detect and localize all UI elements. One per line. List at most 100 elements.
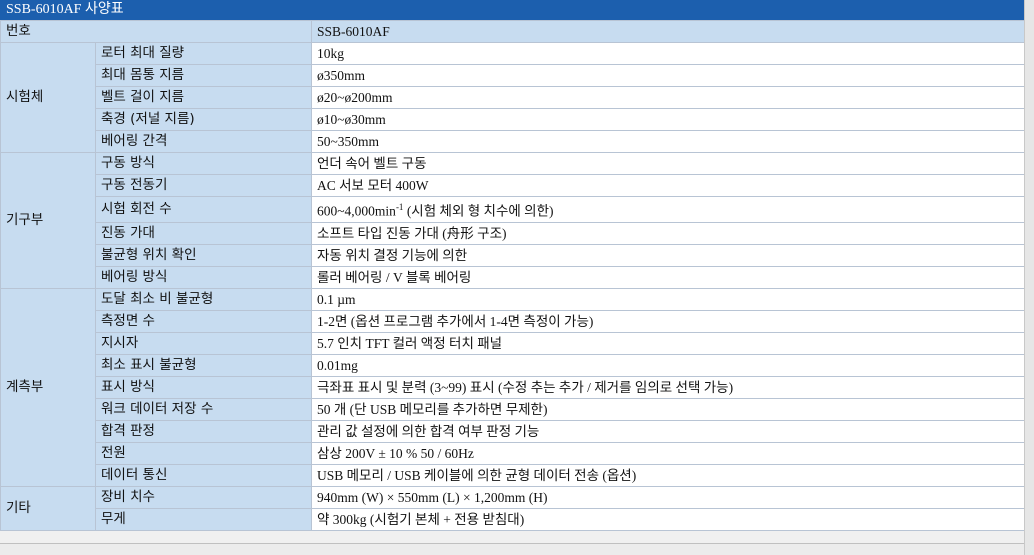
item-value-text: 자동 위치 결정 기능에 의한 (317, 247, 468, 263)
spec-row: 축경 (저널 지름) ø10~ø30mm (1, 108, 1025, 131)
item-value-text: 삼상 200V ± 10 % 50 / 60Hz (317, 445, 474, 461)
item-label: 구동 전동기 (95, 174, 312, 197)
bottom-strip (0, 543, 1024, 555)
item-value-text: 극좌표 표시 및 분력 (3~99) 표시 (수정 추는 추가 / 제거를 임의… (317, 379, 734, 395)
item-value: ø20~ø200mm (311, 86, 1025, 109)
item-value-text: 롤러 베어링 / V 블록 베어링 (317, 269, 472, 285)
table-title: SSB-6010AF 사양표 (0, 0, 1024, 20)
item-label: 벨트 걸이 지름 (95, 86, 312, 109)
item-label: 전원 (95, 441, 312, 465)
item-value-text: 0.1 µm (317, 291, 356, 307)
item-value-text: 50~350mm (317, 134, 380, 149)
item-value: 소프트 타입 진동 가대 (舟形 구조) (311, 221, 1025, 245)
spec-row: 기구부 구동 방식 언더 속어 벨트 구동 (0, 152, 1025, 289)
item-value: 50~350mm (311, 130, 1025, 153)
item-value: 약 300kg (시험기 본체 + 전용 받침대) (311, 507, 1025, 531)
item-label: 측정면 수 (95, 309, 312, 333)
item-value-text: 0.01mg (317, 357, 358, 373)
spec-row: 측정면 수 1-2면 (옵션 프로그램 추가에서 1-4면 측정이 가능) (1, 309, 1025, 333)
header-row: 번호 SSB-6010AF (0, 20, 1025, 43)
item-value-text: 약 300kg (시험기 본체 + 전용 받침대) (317, 511, 525, 527)
item-label: 무게 (95, 507, 312, 531)
item-label: 최소 표시 불균형 (95, 353, 312, 377)
spec-row: 불균형 위치 확인 자동 위치 결정 기능에 의한 (1, 243, 1025, 267)
spec-row: 전원 삼상 200V ± 10 % 50 / 60Hz (1, 441, 1025, 465)
spec-row: 벨트 걸이 지름 ø20~ø200mm (1, 86, 1025, 109)
spec-page: SSB-6010AF 사양표 번호 SSB-6010AF 시험체 로터 최대 질량… (0, 0, 1034, 555)
spec-row: 시험 회전 수 600~4,000min-1 (시험 체외 형 치수에 의한) (1, 196, 1025, 223)
item-label: 워크 데이터 저장 수 (95, 397, 312, 421)
category-label: 계측부 (0, 287, 96, 487)
item-value-text: 10kg (317, 46, 344, 61)
item-value-text: 5.7 인치 TFT 컬러 액정 터치 패널 (317, 335, 503, 351)
item-label: 진동 가대 (95, 221, 312, 245)
category-label: 시험체 (0, 42, 96, 153)
spec-row: 시험체 로터 최대 질량 10kg (0, 42, 1025, 153)
item-value-text: ø10~ø30mm (317, 112, 386, 127)
item-value: ø350mm (311, 64, 1025, 87)
item-value-text: 1-2면 (옵션 프로그램 추가에서 1-4면 측정이 가능) (317, 313, 594, 329)
item-label: 도달 최소 비 불균형 (95, 287, 312, 311)
spec-row: 진동 가대 소프트 타입 진동 가대 (舟形 구조) (1, 221, 1025, 245)
item-label: 시험 회전 수 (95, 196, 312, 223)
spec-row: 표시 방식 극좌표 표시 및 분력 (3~99) 표시 (수정 추는 추가 / 제… (1, 375, 1025, 399)
spec-row: 구동 전동기 AC 서보 모터 400W (1, 174, 1025, 197)
spec-row: 지시자 5.7 인치 TFT 컬러 액정 터치 패널 (1, 331, 1025, 355)
item-label: 데이터 통신 (95, 463, 312, 487)
item-value-text: 600~4,000min (317, 203, 396, 219)
item-value: 1-2면 (옵션 프로그램 추가에서 1-4면 측정이 가능) (311, 309, 1025, 333)
spec-row: 데이터 통신 USB 메모리 / USB 케이블에 의한 균형 데이터 전송 (옵… (1, 463, 1025, 487)
item-value: 50 개 (단 USB 메모리를 추가하면 무제한) (311, 397, 1025, 421)
item-value-text: USB 메모리 / USB 케이블에 의한 균형 데이터 전송 (옵션) (317, 467, 637, 483)
category-label: 기타 (0, 485, 96, 531)
item-label: 축경 (저널 지름) (95, 108, 312, 131)
item-value: USB 메모리 / USB 케이블에 의한 균형 데이터 전송 (옵션) (311, 463, 1025, 487)
item-label: 최대 몸통 지름 (95, 64, 312, 87)
item-value: 940mm (W) × 550mm (L) × 1,200mm (H) (311, 485, 1025, 509)
spec-row: 최대 몸통 지름 ø350mm (1, 64, 1025, 87)
window-edge (1024, 0, 1034, 555)
item-value: AC 서보 모터 400W (311, 174, 1025, 197)
spec-row: 계측부 도달 최소 비 불균형 0.1 µm (0, 287, 1025, 487)
item-value: ø10~ø30mm (311, 108, 1025, 131)
item-value: 0.1 µm (311, 287, 1025, 311)
item-value: 5.7 인치 TFT 컬러 액정 터치 패널 (311, 331, 1025, 355)
item-value-text: ø20~ø200mm (317, 90, 393, 105)
item-value-text: 940mm (W) × 550mm (L) × 1,200mm (H) (317, 489, 548, 505)
item-value-text: 언더 속어 벨트 구동 (317, 156, 427, 171)
item-value-text: 관리 값 설정에 의한 합격 여부 판정 기능 (317, 423, 540, 439)
item-value: 극좌표 표시 및 분력 (3~99) 표시 (수정 추는 추가 / 제거를 임의… (311, 375, 1025, 399)
item-label: 베어링 방식 (95, 265, 312, 289)
item-value: 롤러 베어링 / V 블록 베어링 (311, 265, 1025, 289)
item-value: 0.01mg (311, 353, 1025, 377)
header-value: SSB-6010AF (311, 20, 1025, 43)
item-label: 불균형 위치 확인 (95, 243, 312, 267)
item-value-text: 50 개 (단 USB 메모리를 추가하면 무제한) (317, 401, 548, 417)
item-value: 관리 값 설정에 의한 합격 여부 판정 기능 (311, 419, 1025, 443)
category-label: 기구부 (0, 152, 96, 289)
item-label: 표시 방식 (95, 375, 312, 399)
item-value-text: ø350mm (317, 68, 366, 83)
header-label: 번호 (0, 20, 312, 43)
item-value-text: 소프트 타입 진동 가대 (舟形 구조) (317, 225, 507, 241)
item-value-suffix: (시험 체외 형 치수에 의한) (403, 203, 554, 219)
item-value: 자동 위치 결정 기능에 의한 (311, 243, 1025, 267)
item-label: 합격 판정 (95, 419, 312, 443)
item-label: 장비 치수 (95, 485, 312, 509)
spec-row: 베어링 방식 롤러 베어링 / V 블록 베어링 (1, 265, 1025, 289)
item-value: 600~4,000min-1 (시험 체외 형 치수에 의한) (311, 196, 1025, 223)
item-label: 베어링 간격 (95, 130, 312, 153)
item-value: 언더 속어 벨트 구동 (311, 152, 1025, 175)
item-value-text: AC 서보 모터 400W (317, 178, 429, 193)
spec-row: 합격 판정 관리 값 설정에 의한 합격 여부 판정 기능 (1, 419, 1025, 443)
spec-table: 번호 SSB-6010AF 시험체 로터 최대 질량 10kg 최대 몸통 지름 ø35… (0, 20, 1025, 531)
item-label: 로터 최대 질량 (95, 42, 312, 65)
spec-row: 기타 장비 치수 940mm (W) × 550mm (L) × 1,200mm (… (0, 485, 1025, 531)
spec-row: 워크 데이터 저장 수 50 개 (단 USB 메모리를 추가하면 무제한) (1, 397, 1025, 421)
item-value: 10kg (311, 42, 1025, 65)
item-value: 삼상 200V ± 10 % 50 / 60Hz (311, 441, 1025, 465)
item-label: 지시자 (95, 331, 312, 355)
item-label: 구동 방식 (95, 152, 312, 175)
spec-row: 베어링 간격 50~350mm (1, 130, 1025, 153)
spec-row: 무게 약 300kg (시험기 본체 + 전용 받침대) (1, 507, 1025, 531)
